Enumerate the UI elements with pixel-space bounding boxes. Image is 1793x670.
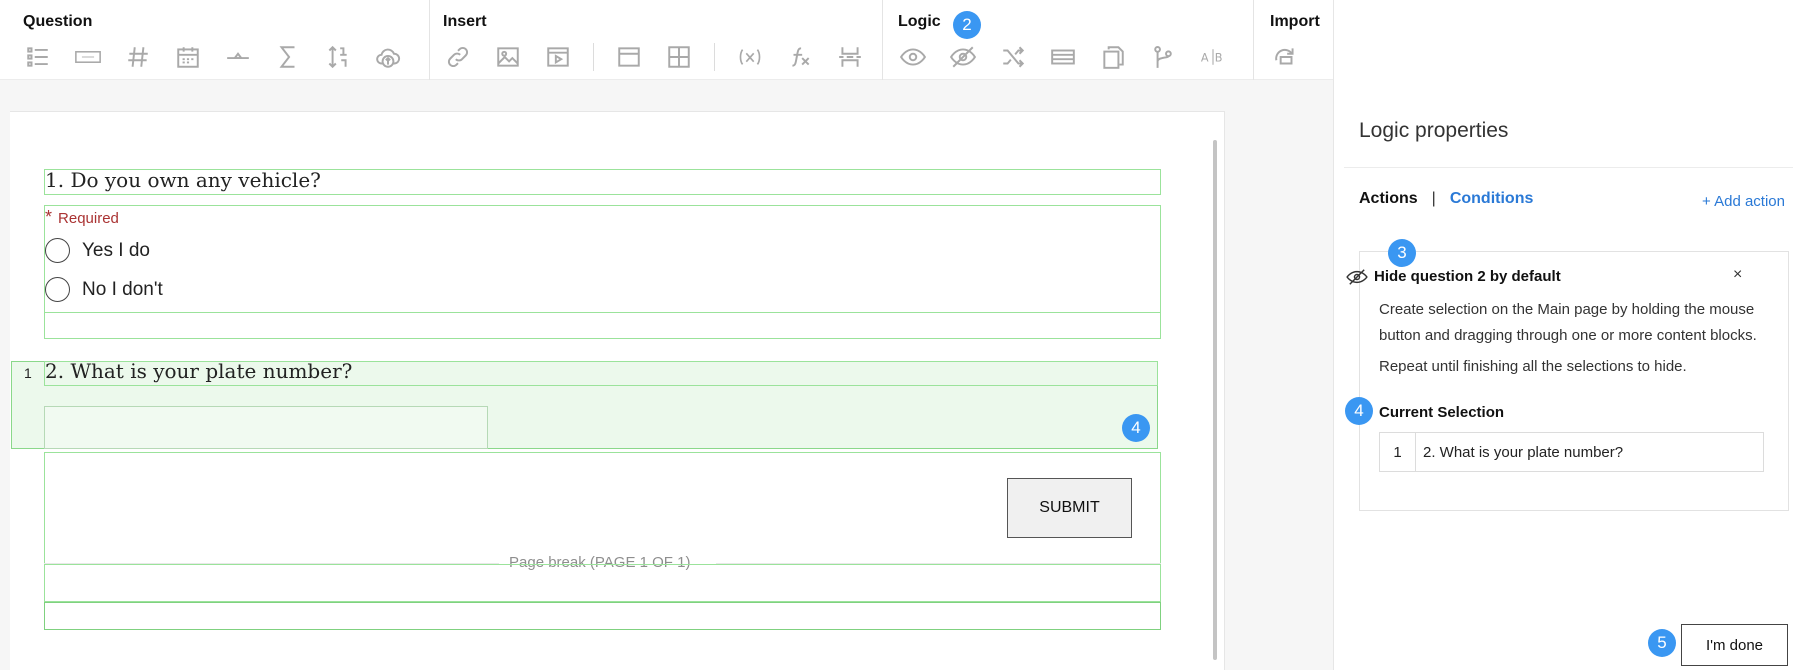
panel-title: Logic properties: [1359, 119, 1509, 142]
step-badge-2: 2: [953, 11, 981, 39]
copy-icon[interactable]: [1098, 42, 1128, 72]
radio-button[interactable]: [45, 238, 70, 263]
icon-divider: [714, 43, 715, 71]
group-label: Logic: [898, 13, 941, 30]
logic-properties-panel: Logic properties Actions | Conditions + …: [1333, 0, 1793, 670]
tab-separator: |: [1431, 190, 1436, 207]
sigma-icon[interactable]: [273, 42, 303, 72]
q1-options-block[interactable]: [44, 205, 1161, 313]
add-action-link[interactable]: + Add action: [1702, 193, 1785, 210]
window-icon[interactable]: [614, 42, 644, 72]
action-title: Hide question 2 by default: [1374, 268, 1561, 285]
empty-block[interactable]: [44, 312, 1161, 339]
q2-title: 2. What is your plate number?: [45, 359, 353, 383]
number-hash-icon[interactable]: [123, 42, 153, 72]
cloud-upload-icon[interactable]: [373, 42, 403, 72]
svg-text:B: B: [1215, 51, 1223, 64]
group-label: Import: [1270, 13, 1320, 30]
tab-conditions[interactable]: Conditions: [1450, 190, 1534, 208]
toolbar: Question Insert Logic A B Import: [0, 0, 1333, 80]
required-text: Required: [58, 210, 119, 227]
required-label: * Required: [45, 207, 119, 228]
instruction-text-repeat: Repeat until finishing all the selection…: [1379, 358, 1687, 375]
eye-off-icon[interactable]: [948, 42, 978, 72]
instruction-text: Create selection on the Main page by hol…: [1379, 301, 1757, 344]
group-label: Question: [23, 13, 93, 30]
svg-text:A: A: [1201, 51, 1209, 64]
page-break-icon[interactable]: [835, 42, 865, 72]
shuffle-icon[interactable]: [998, 42, 1028, 72]
branch-icon[interactable]: [1148, 42, 1178, 72]
import-icon[interactable]: [1270, 42, 1300, 72]
group-divider: [1253, 0, 1254, 80]
calendar-icon[interactable]: [173, 42, 203, 72]
group-label: Insert: [443, 13, 487, 30]
required-star: *: [45, 207, 53, 227]
radio-button[interactable]: [45, 277, 70, 302]
selection-row-index: 1: [1380, 433, 1416, 471]
plate-number-input[interactable]: [44, 406, 488, 449]
step-badge-5: 5: [1648, 629, 1676, 657]
selection-row-text: 2. What is your plate number?: [1423, 443, 1624, 461]
canvas-scrollbar[interactable]: [1213, 140, 1217, 660]
option-label: No I don't: [82, 278, 163, 300]
group-divider: [429, 0, 430, 80]
slider-icon[interactable]: [223, 42, 253, 72]
option-label: Yes I do: [82, 239, 150, 261]
divider: [1344, 167, 1793, 168]
empty-block[interactable]: [44, 602, 1161, 630]
video-icon[interactable]: [543, 42, 573, 72]
list-icon[interactable]: [23, 42, 53, 72]
eye-icon[interactable]: [898, 42, 928, 72]
empty-block[interactable]: [44, 564, 1161, 602]
block-icon[interactable]: [1048, 42, 1078, 72]
step-badge-4-panel: 4: [1345, 397, 1373, 425]
image-icon[interactable]: [493, 42, 523, 72]
submit-button[interactable]: SUBMIT: [1007, 478, 1132, 538]
done-button[interactable]: I'm done: [1681, 624, 1788, 666]
current-selection-label: Current Selection: [1379, 404, 1505, 421]
eye-off-icon: [1346, 268, 1368, 286]
close-icon[interactable]: ×: [1733, 266, 1742, 284]
step-badge-4: 4: [1122, 414, 1150, 442]
function-icon[interactable]: [785, 42, 815, 72]
link-icon[interactable]: [443, 42, 473, 72]
q1-title: 1. Do you own any vehicle?: [45, 168, 321, 192]
selection-index: 1: [24, 365, 32, 381]
variable-icon[interactable]: [735, 42, 765, 72]
selection-table-row[interactable]: 1 2. What is your plate number?: [1379, 432, 1764, 472]
group-divider: [882, 0, 883, 80]
action-card: [1359, 251, 1789, 511]
icon-divider: [593, 43, 594, 71]
text-field-icon[interactable]: [73, 42, 103, 72]
ab-icon[interactable]: AB: [1198, 42, 1228, 72]
step-badge-3: 3: [1388, 239, 1416, 267]
panel-tabs: Actions | Conditions: [1359, 190, 1533, 208]
tab-actions[interactable]: Actions: [1359, 190, 1418, 208]
option-yes[interactable]: Yes I do: [45, 238, 150, 263]
option-no[interactable]: No I don't: [45, 277, 163, 302]
grid-icon[interactable]: [664, 42, 694, 72]
sort-numeric-icon[interactable]: [323, 42, 353, 72]
